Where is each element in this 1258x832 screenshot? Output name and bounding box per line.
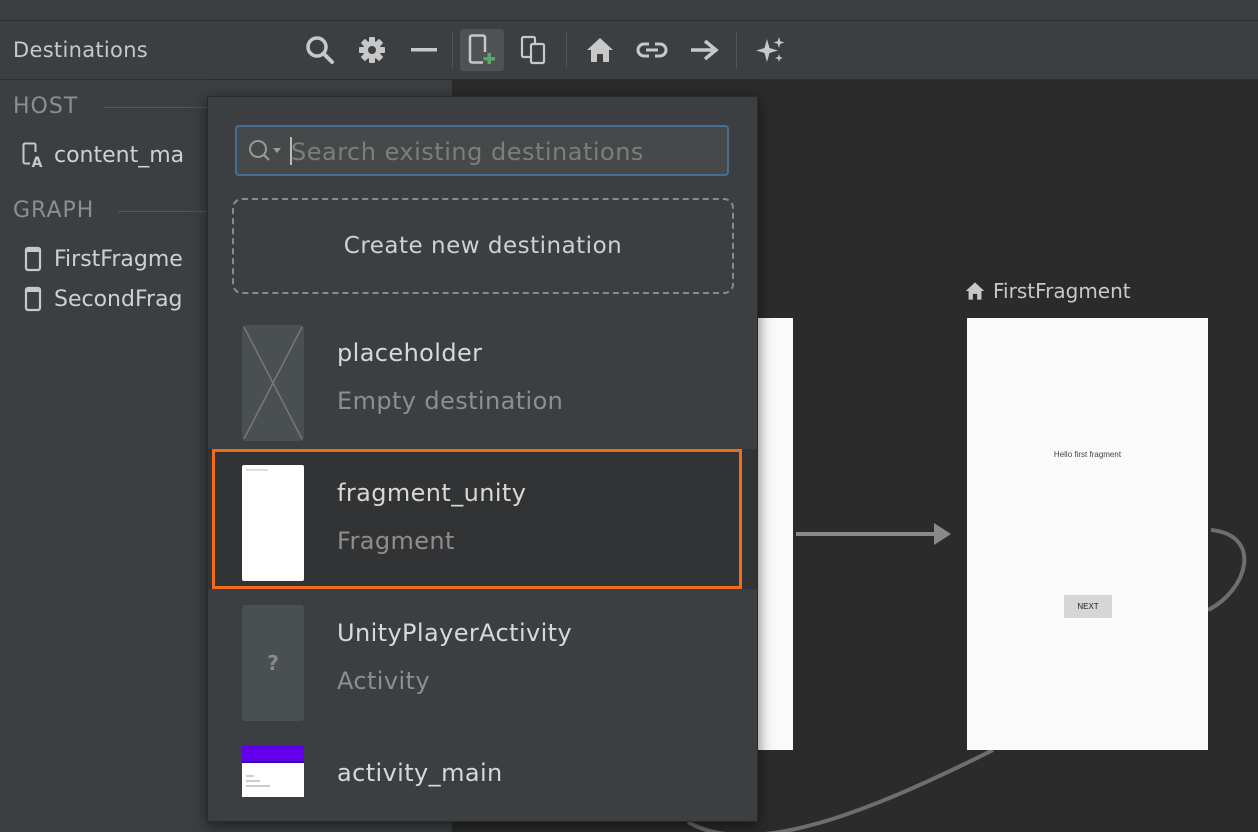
destinations-title: Destinations (13, 38, 149, 62)
destination-type: Fragment (337, 527, 455, 555)
destination-item-activity-main[interactable]: activity_main (208, 729, 757, 821)
deep-link-button[interactable] (630, 29, 674, 71)
layout-icon: A (22, 142, 44, 168)
destination-name: placeholder (337, 339, 483, 367)
thumbnail-text-line (246, 780, 260, 782)
search-icon (306, 36, 334, 64)
section-divider (103, 107, 213, 108)
destination-type: Activity (337, 667, 430, 695)
search-input[interactable] (289, 127, 723, 176)
minus-icon (411, 48, 437, 52)
thumbnail-app-bar-shadow (242, 761, 304, 763)
graph-item-label: FirstFragme (54, 246, 183, 272)
unknown-thumbnail: ? (242, 605, 304, 721)
new-destination-popup: Create new destination placeholder Empty… (207, 96, 758, 822)
action-arrow-icon (691, 39, 719, 61)
destination-item-placeholder[interactable]: placeholder Empty destination (208, 309, 757, 449)
search-button[interactable] (298, 29, 342, 71)
section-divider (118, 211, 213, 212)
graph-item-label: SecondFrag (54, 286, 183, 312)
placeholder-thumbnail (242, 325, 304, 441)
sparkle-icon (756, 37, 785, 62)
nested-graph-button[interactable] (512, 29, 556, 71)
phone-icon (22, 246, 44, 272)
set-start-destination-button[interactable] (578, 29, 622, 71)
fragment-thumbnail (242, 465, 304, 581)
graph-heading: GRAPH (13, 198, 95, 223)
new-destination-icon (468, 34, 495, 64)
host-item[interactable]: A content_ma (22, 139, 184, 171)
settings-button[interactable] (350, 29, 394, 71)
create-new-destination-label: Create new destination (343, 233, 623, 259)
hello-text: Hello first fragment (1053, 450, 1122, 459)
nested-graph-icon (520, 35, 546, 65)
gear-icon (359, 37, 385, 63)
destination-item-fragment-unity[interactable]: fragment_unity Fragment (208, 449, 757, 589)
first-fragment-preview[interactable]: Hello first fragment NEXT (967, 318, 1208, 750)
home-icon (587, 38, 613, 62)
destination-type: Empty destination (337, 387, 564, 415)
new-destination-button[interactable] (460, 29, 504, 71)
next-button: NEXT (1064, 595, 1112, 618)
thumbnail-app-bar (242, 745, 304, 761)
destination-name: fragment_unity (337, 479, 527, 507)
destination-name: UnityPlayerActivity (337, 619, 573, 647)
toolbar-separator (452, 32, 453, 68)
navigation-toolbar: Destinations (0, 21, 1258, 80)
collapse-button[interactable] (402, 29, 446, 71)
second-fragment-preview[interactable] (753, 318, 793, 750)
auto-arrange-button[interactable] (748, 29, 792, 71)
first-fragment-title: FirstFragment (964, 279, 1131, 303)
phone-icon (22, 286, 44, 312)
add-action-button[interactable] (682, 29, 726, 71)
toolbar-separator (566, 32, 567, 68)
graph-item-second-fragment[interactable]: SecondFrag (22, 283, 183, 315)
activity-thumbnail (242, 745, 304, 797)
question-mark-icon: ? (267, 651, 279, 675)
first-fragment-label: FirstFragment (993, 279, 1131, 303)
window-top-strip (0, 0, 1258, 21)
thumbnail-text-line (246, 469, 268, 471)
host-item-label: content_ma (54, 142, 185, 168)
thumbnail-text-line (246, 785, 270, 787)
create-new-destination-button[interactable]: Create new destination (232, 198, 734, 294)
host-heading: HOST (13, 94, 79, 119)
graph-item-first-fragment[interactable]: FirstFragme (22, 243, 183, 275)
search-icon (249, 140, 281, 161)
toolbar-separator (736, 32, 737, 68)
text-cursor (290, 137, 292, 165)
destination-name: activity_main (337, 759, 503, 787)
destination-search-box[interactable] (235, 125, 729, 176)
home-icon (965, 282, 985, 300)
link-icon (636, 42, 668, 58)
svg-text:A: A (32, 155, 43, 168)
destination-item-unity-player-activity[interactable]: ? UnityPlayerActivity Activity (208, 589, 757, 729)
thumbnail-text-line (246, 775, 254, 777)
